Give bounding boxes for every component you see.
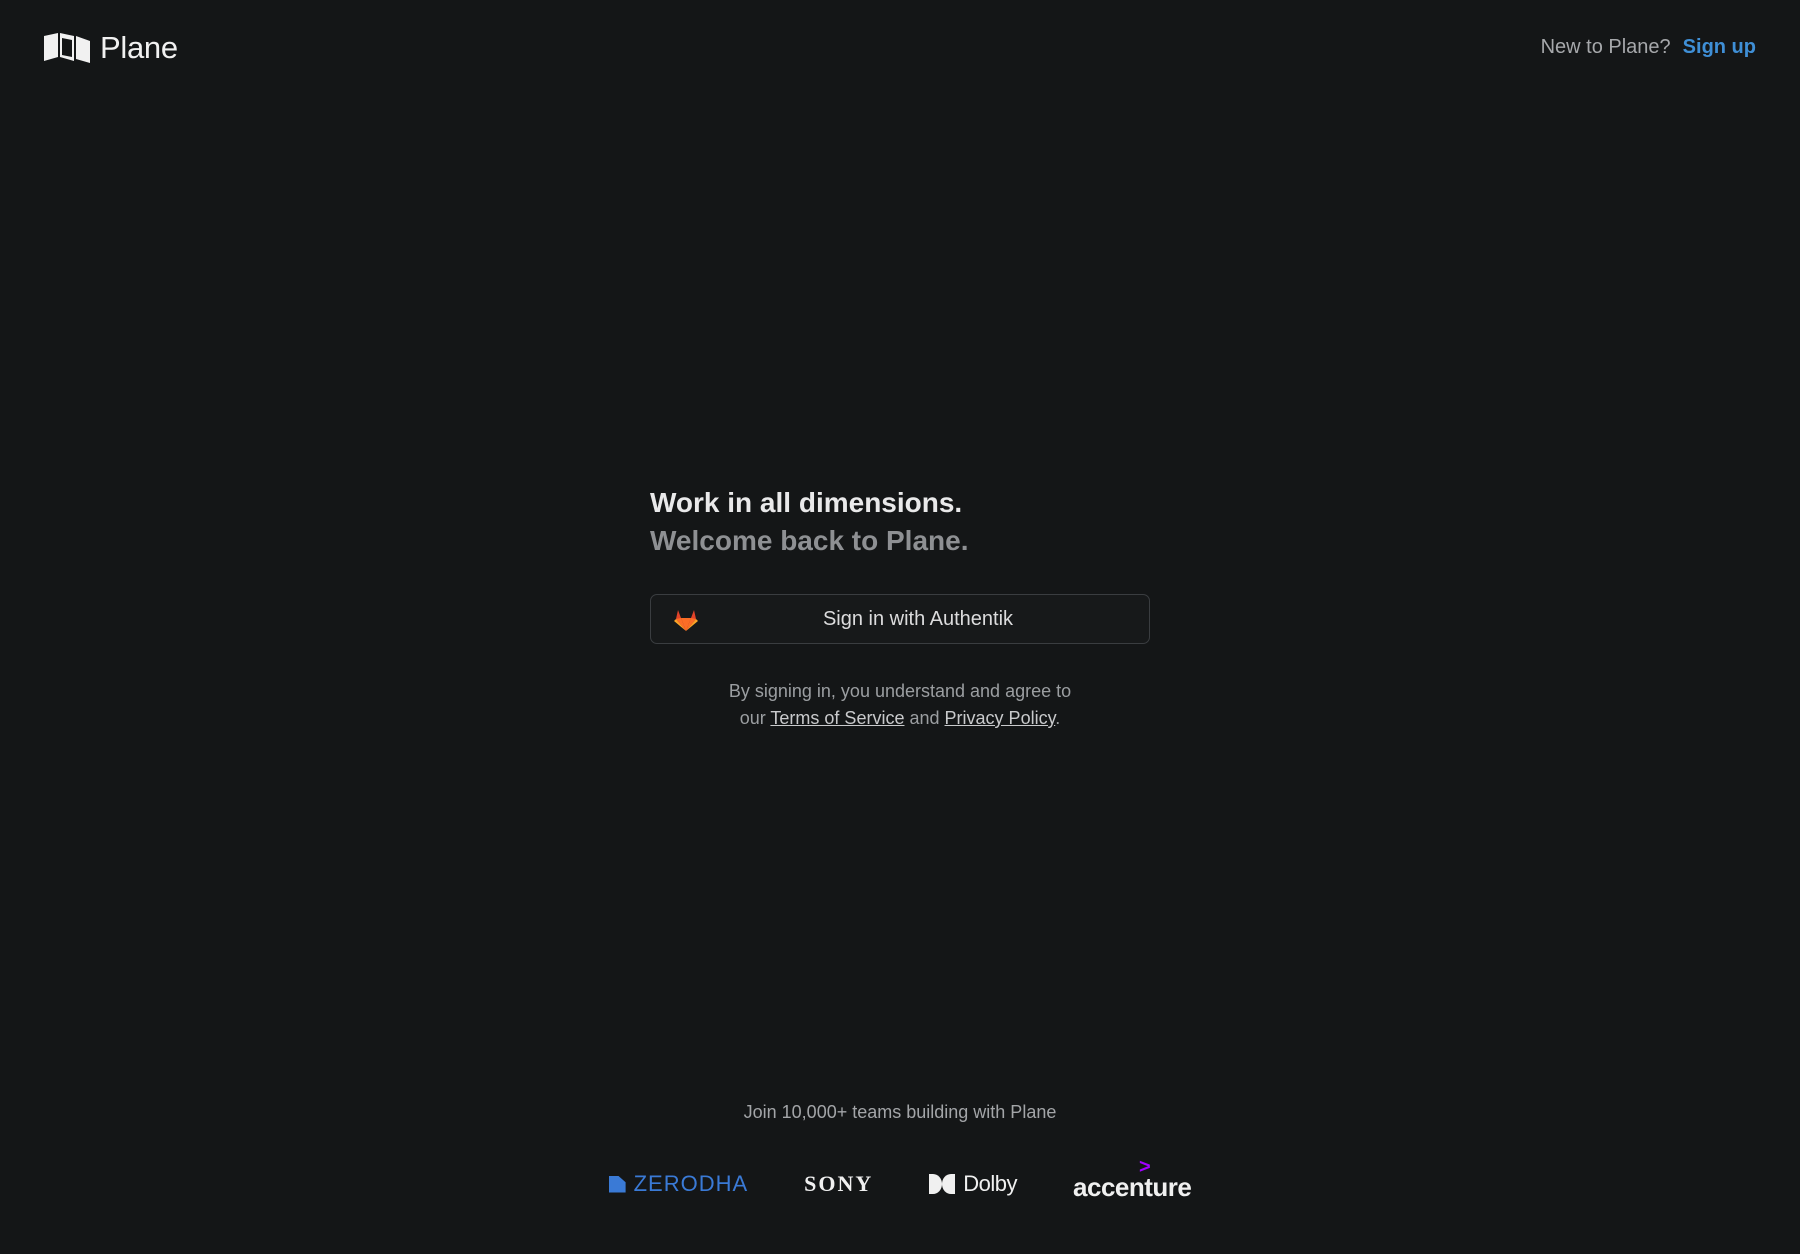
terms-of-service-link[interactable]: Terms of Service [770, 708, 904, 728]
sony-logo: SONY [804, 1171, 873, 1197]
dolby-wordmark: Dolby [963, 1171, 1018, 1196]
accenture-logo: > accenture [1073, 1156, 1192, 1203]
legal-notice: By signing in, you understand and agree … [650, 678, 1150, 732]
plane-logo-link[interactable]: Plane [44, 30, 178, 66]
page-title: Work in all dimensions. [650, 487, 963, 518]
footer: Join 10,000+ teams building with Plane [0, 1098, 1800, 1126]
zerodha-logo: ZERODHA [608, 1171, 749, 1197]
signup-prompt-text: New to Plane? [1540, 36, 1671, 58]
zerodha-wordmark: ZERODHA [633, 1171, 749, 1196]
legal-our: our [739, 708, 766, 728]
legal-line-2: our Terms of Service and Privacy Policy. [650, 705, 1150, 732]
zerodha-mark-icon [608, 1175, 626, 1193]
signup-link[interactable]: Sign up [1683, 34, 1756, 60]
privacy-policy-link[interactable]: Privacy Policy [945, 708, 1056, 728]
page-subtitle: Welcome back to Plane. [650, 525, 969, 556]
top-bar: Plane New to Plane? Sign up [0, 0, 1800, 96]
signup-prompt: New to Plane? Sign up [1541, 34, 1756, 60]
legal-and: and [909, 708, 940, 728]
gitlab-fox-icon [674, 610, 698, 631]
brand-name: Plane [100, 30, 178, 65]
footer-tagline: Join 10,000+ teams building with Plane [743, 1102, 1057, 1122]
customer-logos: ZERODHA SONY Dolby > accenture [0, 1156, 1800, 1206]
plane-logo-icon [44, 33, 90, 63]
sign-in-authentik-label: Sign in with Authentik [822, 607, 1014, 630]
dolby-double-d-icon [929, 1174, 956, 1194]
legal-line-1: By signing in, you understand and agree … [728, 681, 1072, 701]
dolby-logo: Dolby [929, 1171, 1018, 1197]
auth-panel: Work in all dimensions. Welcome back to … [650, 484, 1150, 732]
login-page: Plane New to Plane? Sign up Work in all … [0, 0, 1800, 1254]
accenture-wordmark: accenture [1073, 1171, 1192, 1202]
legal-period: . [1055, 708, 1061, 728]
accenture-caret-icon: > [1139, 1155, 1151, 1178]
sign-in-authentik-button[interactable]: Sign in with Authentik [650, 594, 1150, 644]
sony-wordmark: SONY [804, 1171, 874, 1196]
